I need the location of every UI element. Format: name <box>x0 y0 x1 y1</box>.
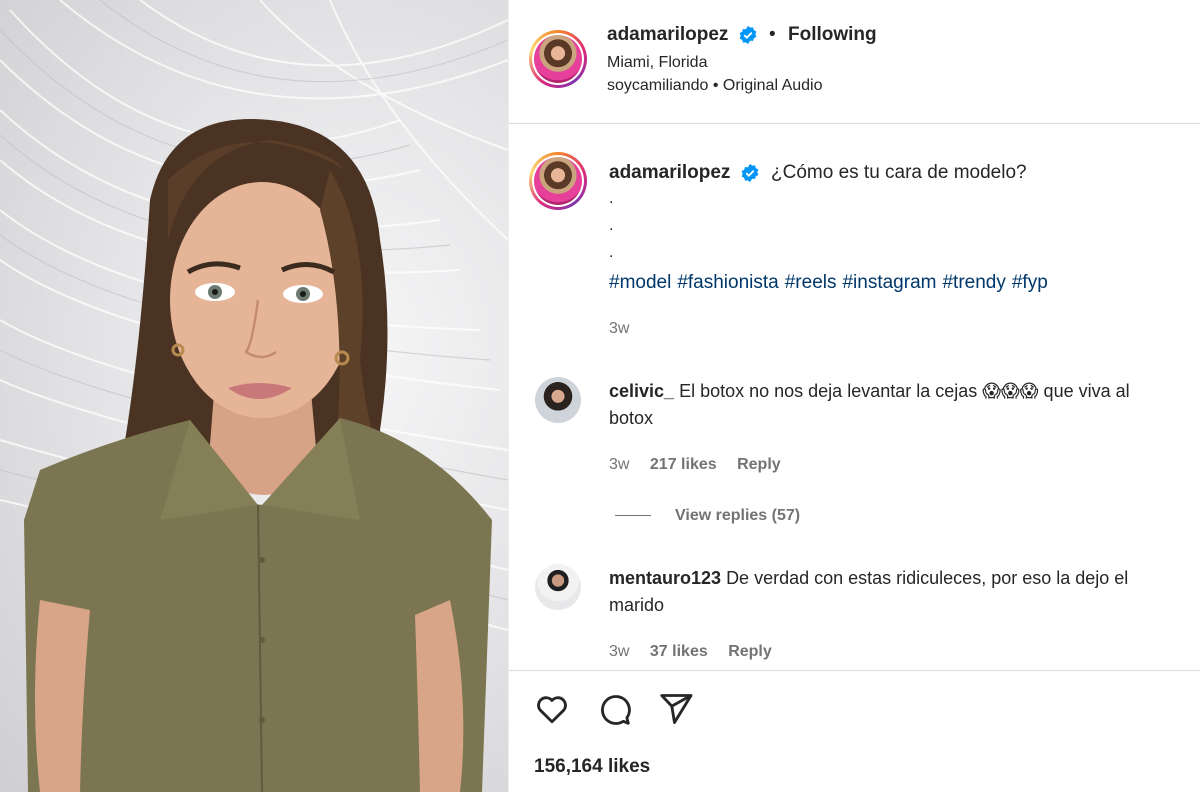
comment-text: El botox no nos deja levantar la cejas 😱… <box>609 381 1130 428</box>
post-likes-count[interactable]: 156,164 likes <box>534 756 650 778</box>
commenter-avatar[interactable] <box>535 564 581 610</box>
author-username[interactable]: adamarilopez <box>607 24 728 45</box>
actions-divider <box>509 670 1200 671</box>
hashtag-link[interactable]: #reels <box>785 272 837 293</box>
comment-meta: 3w 37 likes Reply <box>609 643 788 661</box>
reel-video-frame <box>0 0 508 792</box>
hashtag-link[interactable]: #fyp <box>1012 272 1048 293</box>
comment-timestamp[interactable]: 3w <box>609 456 629 473</box>
post-actions <box>533 690 695 728</box>
caption-dot: . <box>609 217 614 234</box>
comment-meta: 3w 217 likes Reply <box>609 456 797 474</box>
caption-dot: . <box>609 244 614 261</box>
caption-text: ¿Cómo es tu cara de modelo? <box>771 162 1027 183</box>
author-avatar[interactable] <box>529 30 587 88</box>
header-divider <box>509 123 1200 124</box>
caption-timestamp[interactable]: 3w <box>609 320 629 338</box>
post-details-panel: adamarilopez • Following Miami, Florida … <box>508 0 1200 792</box>
share-icon[interactable] <box>657 690 695 728</box>
reply-button[interactable]: Reply <box>728 643 772 660</box>
reel-video[interactable] <box>0 0 508 792</box>
commenter-avatar[interactable] <box>535 377 581 423</box>
commenter-username[interactable]: mentauro123 <box>609 568 721 588</box>
following-button[interactable]: Following <box>788 24 877 46</box>
caption-avatar[interactable] <box>529 152 587 210</box>
header-separator: • <box>769 24 776 45</box>
comment-body: celivic_ El botox no nos deja levantar l… <box>609 378 1169 432</box>
verified-badge-icon <box>739 25 757 45</box>
comment-icon[interactable] <box>595 690 633 728</box>
location-link[interactable]: Miami, Florida <box>607 54 707 72</box>
caption-username-link[interactable]: adamarilopez <box>609 162 760 184</box>
hashtag-link[interactable]: #model <box>609 272 671 293</box>
replies-line <box>615 515 651 517</box>
view-replies-label[interactable]: View replies (57) <box>675 507 800 524</box>
audio-link[interactable]: soycamiliando • Original Audio <box>607 77 823 95</box>
comment-timestamp[interactable]: 3w <box>609 643 629 660</box>
hashtag-link[interactable]: #fashionista <box>677 272 778 293</box>
comment-likes[interactable]: 217 likes <box>650 456 717 473</box>
hashtag-link[interactable]: #instagram <box>842 272 936 293</box>
comment-body: mentauro123 De verdad con estas ridicule… <box>609 565 1169 619</box>
verified-badge-icon <box>741 163 759 183</box>
commenter-username[interactable]: celivic_ <box>609 381 674 401</box>
caption-dot: . <box>609 190 614 207</box>
hashtag-link[interactable]: #trendy <box>942 272 1005 293</box>
reply-button[interactable]: Reply <box>737 456 781 473</box>
caption-hashtags: #model #fashionista #reels #instagram #trend… <box>609 272 1054 294</box>
view-replies-button[interactable]: View replies (57) <box>615 507 800 525</box>
caption-username[interactable]: adamarilopez <box>609 162 730 183</box>
author-username-link[interactable]: adamarilopez <box>607 24 758 46</box>
heart-icon[interactable] <box>533 690 571 728</box>
comment-likes[interactable]: 37 likes <box>650 643 708 660</box>
